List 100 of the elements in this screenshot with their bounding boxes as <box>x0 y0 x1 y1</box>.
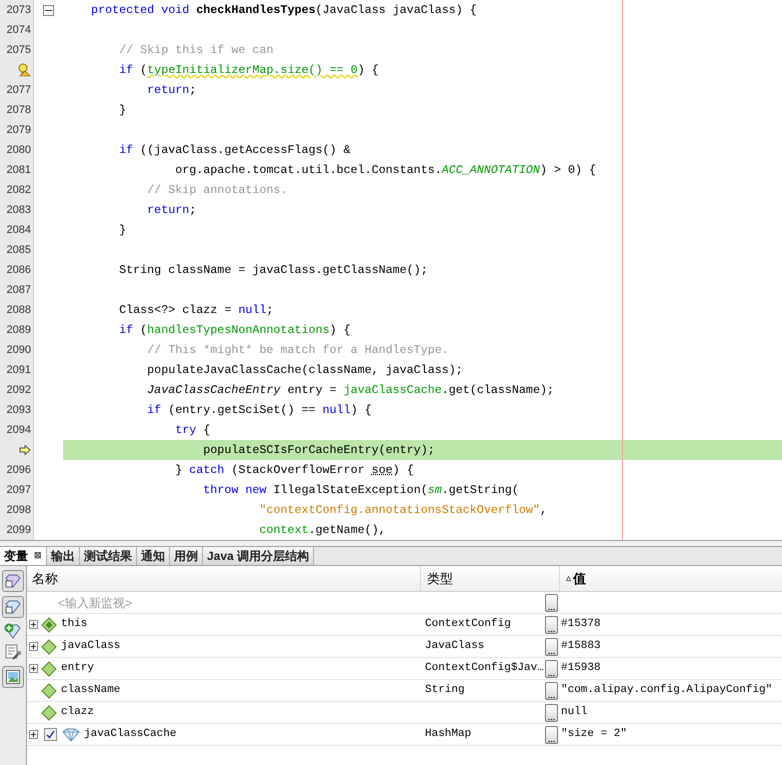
ellipsis-button[interactable] <box>545 616 558 634</box>
fold-toggle[interactable] <box>43 4 54 16</box>
code-line: JavaClassCacheEntry entry = javaClassCache.get(className); <box>146 382 554 399</box>
code-line: throw new IllegalStateException(sm.getString( <box>202 482 519 499</box>
variable-value: #15938 <box>561 661 601 676</box>
line-number: 2092 <box>6 382 31 398</box>
line-number: 2085 <box>6 242 31 258</box>
panel-tab[interactable]: 通知 <box>137 547 170 565</box>
line-number: 2097 <box>6 482 31 498</box>
variable-type: ContextConfig <box>425 618 511 630</box>
panel-tab[interactable]: Java 调用分层结构 <box>203 547 314 565</box>
variable-type: ContextConfig$Jav… <box>425 662 544 674</box>
code-line: } <box>118 102 126 119</box>
expand-icon[interactable] <box>29 620 38 628</box>
code-line: context.getName(), <box>258 522 386 539</box>
line-number: 2087 <box>6 282 31 298</box>
code-line: protected void checkHandlesTypes(JavaClass javaClass) { <box>90 2 477 19</box>
ellipsis-button[interactable] <box>545 638 558 656</box>
toolbar-button[interactable] <box>2 596 24 618</box>
code-line: String className = javaClass.getClassName(); <box>118 262 428 279</box>
variable-name: clazz <box>61 705 94 720</box>
code-line: if (entry.getSciSet() == null) { <box>146 402 372 419</box>
ellipsis-icon <box>548 718 555 720</box>
line-number: 2074 <box>6 22 31 38</box>
ellipsis-button[interactable] <box>545 726 558 744</box>
gem-icon <box>62 728 80 742</box>
line-number: 2090 <box>6 342 31 358</box>
new-watch-field[interactable]: <输入新监视> <box>58 594 358 612</box>
toolbar-button[interactable] <box>2 570 24 592</box>
line-number: 2088 <box>6 302 31 318</box>
ellipsis-button[interactable] <box>545 682 558 700</box>
line-number: 2080 <box>6 142 31 158</box>
diamond-icon <box>41 682 57 698</box>
line-number: 2096 <box>6 462 31 478</box>
variable-name: className <box>61 683 120 698</box>
expand-icon[interactable] <box>29 642 38 650</box>
code-line: Class<?> clazz = null; <box>118 302 274 319</box>
panel-tab[interactable]: 测试结果 <box>80 547 137 565</box>
line-number: 2093 <box>6 402 31 418</box>
variable-type: JavaClass <box>425 640 484 652</box>
column-header[interactable]: ▵值 <box>560 566 782 591</box>
warning-bulb-icon[interactable] <box>17 63 31 77</box>
variable-value: "com.alipay.config.AlipayConfig" <box>561 683 772 698</box>
ellipsis-icon <box>548 652 555 654</box>
line-number: 2075 <box>6 42 31 58</box>
expand-icon[interactable] <box>29 730 38 738</box>
variable-type: HashMap <box>425 728 472 740</box>
code-line: org.apache.tomcat.util.bcel.Constants.ACC_ANNOTATION) > 0) { <box>174 162 596 179</box>
diamond-icon <box>41 616 57 632</box>
line-number: 2084 <box>6 222 31 238</box>
line-number: 2078 <box>6 102 31 118</box>
close-icon[interactable]: ⊠ <box>34 549 42 563</box>
code-line: if (handlesTypesNonAnnotations) { <box>118 322 351 339</box>
gem-icon <box>5 600 21 614</box>
line-number: 2081 <box>6 162 31 178</box>
code-line: return; <box>146 202 196 219</box>
variable-name: javaClassCache <box>84 727 176 742</box>
code-line: // Skip annotations. <box>146 182 288 199</box>
column-header[interactable]: 类型 <box>421 566 560 591</box>
variable-value: "size = 2" <box>561 727 628 742</box>
variable-value: null <box>561 705 588 720</box>
diamond-icon <box>41 704 57 720</box>
line-number: 2089 <box>6 322 31 338</box>
ellipsis-icon <box>548 696 555 698</box>
panel-tab[interactable]: 用例 <box>170 547 203 565</box>
watch-checkbox[interactable] <box>44 728 57 741</box>
line-number: 2086 <box>6 262 31 278</box>
code-line: } <box>118 222 126 239</box>
gem-icon <box>5 574 21 588</box>
code-line: if ((javaClass.getAccessFlags() & <box>118 142 351 159</box>
line-number: 2099 <box>6 522 31 538</box>
ellipsis-icon <box>548 674 555 676</box>
code-line: return; <box>146 82 196 99</box>
column-header[interactable]: 名称 <box>27 566 421 591</box>
code-line: populateJavaClassCache(className, javaClass); <box>146 362 463 379</box>
ellipsis-icon <box>548 740 555 742</box>
code-line: try { <box>174 422 210 439</box>
gem-add-icon[interactable] <box>3 622 23 640</box>
line-number: 2091 <box>6 362 31 378</box>
code-line: } catch (StackOverflowError soe) { <box>174 462 414 479</box>
toolbar-button[interactable] <box>2 666 24 688</box>
code-line: // This *might* be match for a HandlesType. <box>146 342 449 359</box>
code-line: populateSCIsForCacheEntry(entry); <box>202 442 435 459</box>
variable-value: #15883 <box>561 639 601 654</box>
wrench-icon[interactable] <box>4 644 22 662</box>
ellipsis-button[interactable] <box>545 594 558 612</box>
diamond-icon <box>41 660 57 676</box>
ellipsis-icon <box>548 608 555 610</box>
line-number: 2079 <box>6 122 31 138</box>
code-line: if (typeInitializerMap.size() == 0) { <box>118 62 379 79</box>
image-icon <box>6 670 20 684</box>
panel-tab[interactable]: 变量 ⊠ <box>0 547 47 565</box>
ellipsis-button[interactable] <box>545 660 558 678</box>
expand-icon[interactable] <box>29 664 38 672</box>
panel-tab[interactable]: 输出 <box>47 547 80 565</box>
ellipsis-button[interactable] <box>545 704 558 722</box>
current-line-arrow-icon <box>19 445 31 455</box>
code-line: "contextConfig.annotationsStackOverflow", <box>258 502 547 519</box>
variable-type: String <box>425 684 465 696</box>
variable-name: javaClass <box>61 639 120 654</box>
